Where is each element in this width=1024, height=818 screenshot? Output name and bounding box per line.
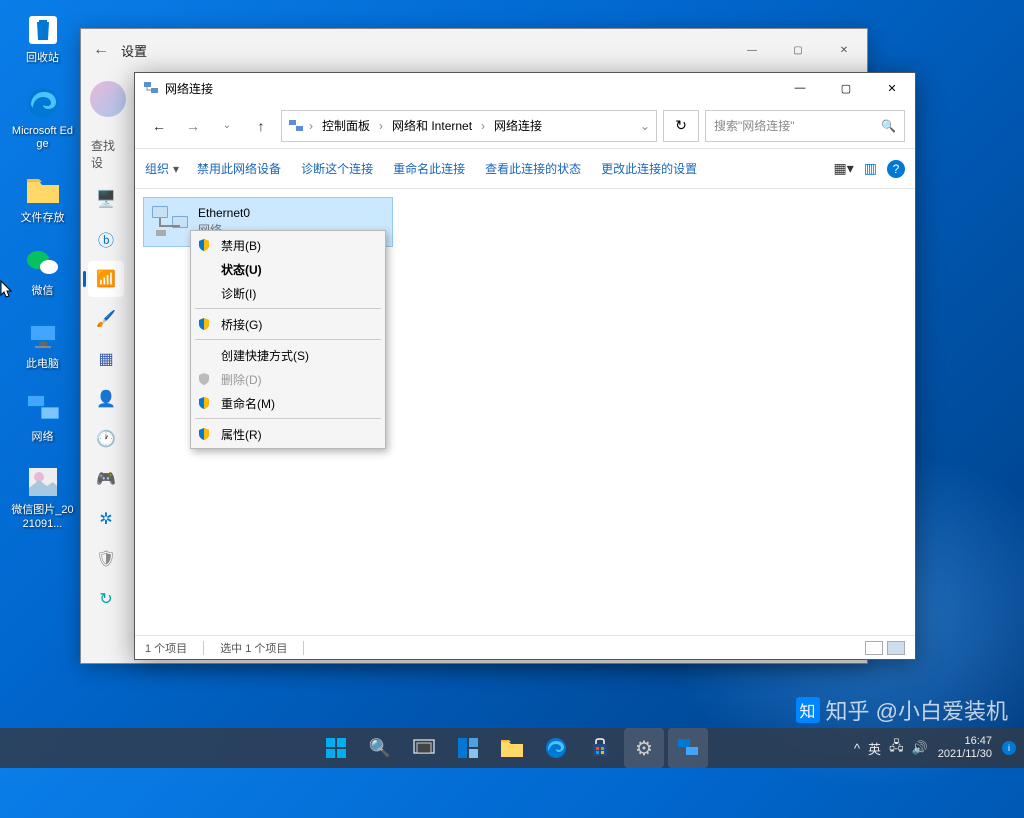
- context-menu: 禁用(B) 状态(U) 诊断(I) 桥接(G) 创建快捷方式(S) 删除(D) …: [190, 230, 386, 449]
- nav-recent[interactable]: ⌄: [213, 112, 241, 140]
- widgets[interactable]: [448, 728, 488, 768]
- maximize-button[interactable]: ▢: [823, 73, 869, 103]
- control-panel-icon: [288, 118, 304, 134]
- breadcrumb-sub[interactable]: 网络和 Internet: [388, 115, 476, 136]
- ime-indicator[interactable]: 英: [868, 739, 881, 758]
- icons-view-icon[interactable]: [887, 641, 905, 655]
- sidebar-privacy[interactable]: 🛡: [88, 541, 124, 577]
- sidebar-bluetooth[interactable]: ⓑ: [88, 221, 124, 257]
- nav-back[interactable]: ←: [145, 112, 173, 140]
- settings-title: 设置: [121, 41, 147, 60]
- minimize-button[interactable]: —: [777, 73, 823, 103]
- nav-forward[interactable]: →: [179, 112, 207, 140]
- ctx-bridge[interactable]: 桥接(G): [191, 312, 385, 336]
- recycle-bin[interactable]: 回收站: [10, 10, 75, 65]
- network-taskbar[interactable]: [668, 728, 708, 768]
- sidebar-network[interactable]: 📶: [88, 261, 124, 297]
- desktop-icons: 回收站 Microsoft Edge 文件存放 微信 此电脑 网络 微信图片_2…: [10, 10, 75, 531]
- ctx-diagnose[interactable]: 诊断(I): [191, 281, 385, 305]
- minimize-button[interactable]: —: [729, 29, 775, 71]
- close-button[interactable]: ✕: [821, 29, 867, 71]
- sidebar-accounts[interactable]: 👤: [88, 381, 124, 417]
- organize-menu[interactable]: 组织 ▾: [145, 160, 187, 177]
- search-icon: 🔍: [881, 119, 896, 133]
- wechat[interactable]: 微信: [10, 243, 75, 298]
- status-item-count: 1 个项目: [145, 640, 187, 656]
- taskbar: 🔍 ⚙ ^ 英 🖧 🔊 16:47 2021/11/30 i: [0, 728, 1024, 768]
- search-box[interactable]: 搜索"网络连接"🔍: [705, 110, 905, 142]
- maximize-button[interactable]: ▢: [775, 29, 821, 71]
- ctx-properties[interactable]: 属性(R): [191, 422, 385, 446]
- image-file[interactable]: 微信图片_2021091...: [10, 462, 75, 530]
- window-title: 网络连接: [165, 80, 213, 97]
- file-explorer[interactable]: [492, 728, 532, 768]
- network[interactable]: 网络: [10, 389, 75, 444]
- this-pc[interactable]: 此电脑: [10, 316, 75, 371]
- edge-taskbar[interactable]: [536, 728, 576, 768]
- user-avatar[interactable]: [90, 81, 126, 117]
- nav-up[interactable]: ↑: [247, 112, 275, 140]
- tb-disable[interactable]: 禁用此网络设备: [187, 156, 291, 181]
- ctx-status[interactable]: 状态(U): [191, 257, 385, 281]
- sidebar-accessibility[interactable]: ✲: [88, 501, 124, 537]
- clock[interactable]: 16:47 2021/11/30: [938, 735, 992, 761]
- sidebar-time[interactable]: 🕐: [88, 421, 124, 457]
- sidebar-update[interactable]: ↻: [88, 581, 124, 617]
- ctx-rename[interactable]: 重命名(M): [191, 391, 385, 415]
- edge[interactable]: Microsoft Edge: [10, 83, 75, 151]
- back-button[interactable]: ←: [93, 41, 121, 59]
- search-label: 查找设: [81, 131, 131, 177]
- tb-rename[interactable]: 重命名此连接: [383, 156, 475, 181]
- folder[interactable]: 文件存放: [10, 170, 75, 225]
- help-icon[interactable]: ?: [887, 160, 905, 178]
- sidebar-personalize[interactable]: 🖌️: [88, 301, 124, 337]
- tb-diagnose[interactable]: 诊断这个连接: [291, 156, 383, 181]
- ctx-shortcut[interactable]: 创建快捷方式(S): [191, 343, 385, 367]
- tb-status[interactable]: 查看此连接的状态: [475, 156, 591, 181]
- close-button[interactable]: ✕: [869, 73, 915, 103]
- sidebar-gaming[interactable]: 🎮: [88, 461, 124, 497]
- tray-chevron[interactable]: ^: [854, 741, 860, 756]
- ethernet-icon: [150, 202, 190, 242]
- notification-icon[interactable]: i: [1002, 741, 1016, 755]
- details-view-icon[interactable]: [865, 641, 883, 655]
- start-button[interactable]: [316, 728, 356, 768]
- search-button[interactable]: 🔍: [360, 728, 400, 768]
- network-tray-icon[interactable]: 🖧: [889, 737, 904, 759]
- settings-taskbar[interactable]: ⚙: [624, 728, 664, 768]
- breadcrumb-root[interactable]: 控制面板: [318, 115, 374, 136]
- store[interactable]: [580, 728, 620, 768]
- ctx-disable[interactable]: 禁用(B): [191, 233, 385, 257]
- preview-pane-icon[interactable]: ▥: [864, 160, 877, 177]
- task-view[interactable]: [404, 728, 444, 768]
- breadcrumb-leaf[interactable]: 网络连接: [490, 115, 546, 136]
- sidebar-system[interactable]: 🖥️: [88, 181, 124, 217]
- watermark: 知知乎 @小白爱装机: [796, 694, 1008, 726]
- sidebar-apps[interactable]: ▦: [88, 341, 124, 377]
- refresh-button[interactable]: ↻: [663, 110, 699, 142]
- view-options-icon[interactable]: ▦▾: [834, 160, 854, 177]
- connection-name: Ethernet0: [198, 205, 250, 222]
- tb-change[interactable]: 更改此连接的设置: [591, 156, 707, 181]
- network-connections-icon: [143, 80, 159, 96]
- ctx-delete: 删除(D): [191, 367, 385, 391]
- address-bar[interactable]: › 控制面板 › 网络和 Internet › 网络连接 ⌄: [281, 110, 657, 142]
- status-selected: 选中 1 个项目: [220, 640, 287, 656]
- volume-tray-icon[interactable]: 🔊: [912, 740, 928, 756]
